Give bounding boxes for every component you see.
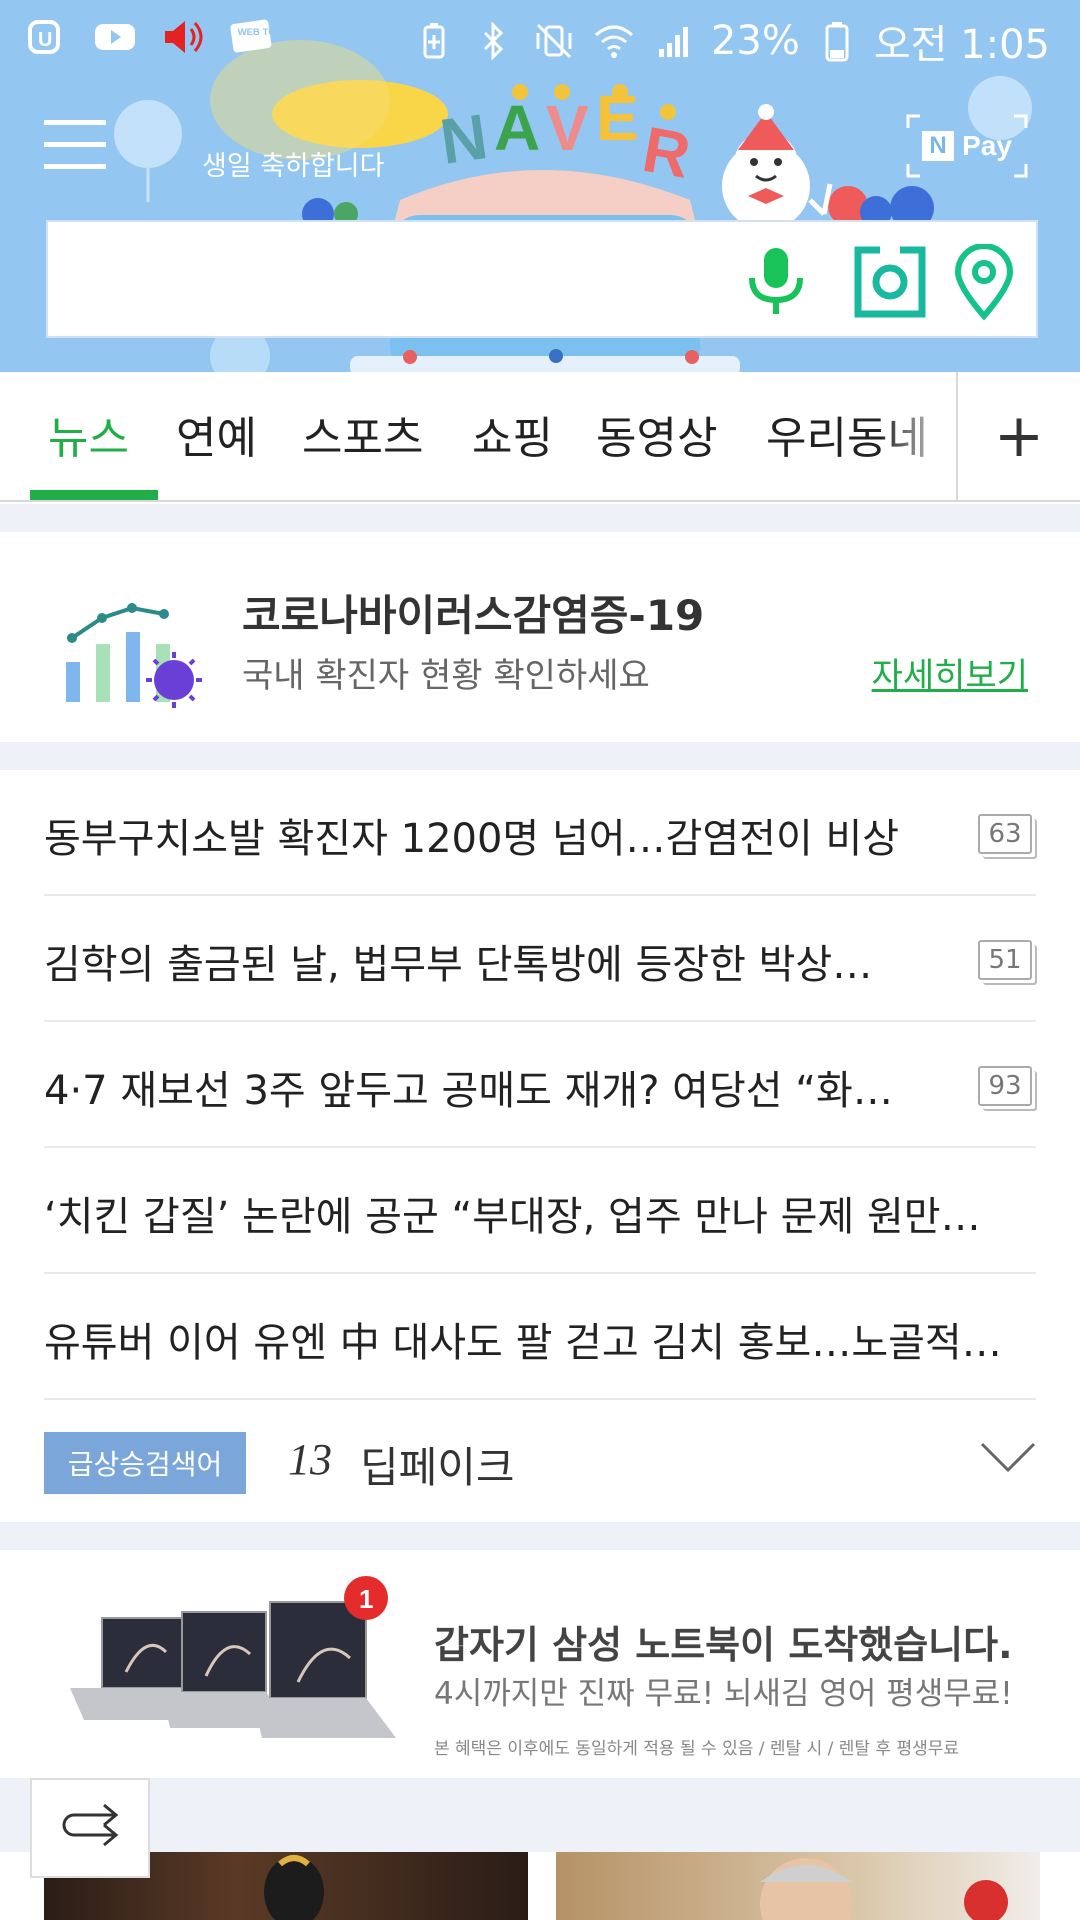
svg-text:A: A: [494, 92, 540, 164]
news-item[interactable]: 4·7 재보선 3주 앞두고 공매도 재개? 여당선 “화… 93: [44, 1022, 1036, 1148]
news-title: 김학의 출금된 날, 법무부 단톡방에 등장한 박상…: [44, 942, 873, 988]
ad-banner[interactable]: 1 갑자기 삼성 노트북이 도착했습니다. 4시까지만 진짜 무료! 뇌새김 영…: [0, 1550, 1080, 1778]
svg-text:E: E: [596, 82, 639, 154]
news-title: 동부구치소발 확진자 1200명 넘어…감염전이 비상: [44, 816, 900, 862]
category-tabs: 뉴스 연예 스포츠 쇼핑 동영상 우리동네 +: [0, 372, 1080, 502]
news-item[interactable]: 김학의 출금된 날, 법무부 단톡방에 등장한 박상… 51: [44, 896, 1036, 1022]
news-item[interactable]: ‘치킨 갑질’ 논란에 공군 “부대장, 업주 만나 문제 원만…: [44, 1148, 1036, 1274]
comment-count-badge: 63: [978, 814, 1032, 854]
news-item[interactable]: 동부구치소발 확진자 1200명 넘어…감염전이 비상 63: [44, 770, 1036, 896]
svg-text:R: R: [638, 113, 696, 192]
svg-text:N: N: [436, 100, 492, 178]
vibrate-icon: [531, 18, 577, 64]
svg-text:WEB TOON: WEB TOON: [238, 27, 274, 38]
plus-icon: +: [993, 401, 1045, 471]
wifi-icon: [591, 18, 637, 64]
youtube-icon: [92, 14, 138, 60]
news-list: 동부구치소발 확진자 1200명 넘어…감염전이 비상 63 김학의 출금된 날…: [0, 770, 1080, 1522]
tab-news[interactable]: 뉴스: [48, 402, 129, 466]
ad-disclaimer: 본 혜택은 이후에도 동일하게 적용 될 수 있음 / 렌탈 시 / 렌탈 후 …: [434, 1739, 960, 1759]
tab-video[interactable]: 동영상: [596, 402, 717, 466]
trending-search[interactable]: 급상승검색어 13 딥페이크: [44, 1400, 1036, 1520]
scan-frame-icon: [906, 114, 1028, 178]
covid-details-link[interactable]: 자세히보기: [872, 648, 1028, 697]
svg-text:U: U: [38, 29, 52, 51]
location-icon: [954, 244, 1014, 320]
active-tab-indicator: [30, 490, 158, 500]
covid-chart-icon: [66, 603, 202, 708]
trending-badge: 급상승검색어: [44, 1432, 246, 1494]
tab-shopping[interactable]: 쇼핑: [472, 402, 553, 466]
comment-count-badge: 93: [978, 1066, 1032, 1106]
thumbnail-image: [760, 1858, 1008, 1920]
bluetooth-icon: [471, 18, 517, 64]
news-title: ‘치킨 갑질’ 논란에 공군 “부대장, 업주 만나 문제 원만…: [44, 1194, 981, 1240]
camera-search-icon: [854, 246, 926, 318]
search-input[interactable]: [68, 242, 708, 318]
tab-sports[interactable]: 스포츠: [302, 402, 423, 466]
birthday-message: 생일 축하합니다: [202, 151, 385, 182]
covid-title: 코로나바이러스감염증-19: [242, 591, 705, 640]
npay-button[interactable]: N Pay: [906, 114, 1028, 178]
ad-title: 갑자기 삼성 노트북이 도착했습니다.: [434, 1623, 1013, 1667]
share-button[interactable]: [30, 1778, 150, 1878]
covid-subtitle: 국내 확진자 현황 확인하세요: [242, 656, 650, 696]
ad-subtitle: 4시까지만 진짜 무료! 뇌새김 영어 평생무료!: [434, 1676, 1013, 1712]
search-box: [46, 220, 1038, 338]
news-thumbnail[interactable]: [556, 1852, 1040, 1920]
add-tab-button[interactable]: +: [956, 372, 1080, 500]
comment-count-badge: 51: [978, 940, 1032, 980]
volume-icon: [160, 14, 206, 60]
webtoon-icon: WEB TOON: [228, 14, 274, 60]
section-divider: [0, 742, 1080, 770]
news-title: 유튜버 이어 유엔 中 대사도 팔 걷고 김치 홍보…노골적…: [44, 1320, 1002, 1366]
trending-keyword: 딥페이크: [360, 1443, 515, 1492]
news-item[interactable]: 유튜버 이어 유엔 中 대사도 팔 걷고 김치 홍보…노골적…: [44, 1274, 1036, 1400]
covid-banner[interactable]: 코로나바이러스감염증-19 국내 확진자 현황 확인하세요 자세히보기: [0, 532, 1080, 742]
location-search-button[interactable]: [946, 244, 1022, 320]
trending-rank: 13: [288, 1435, 332, 1484]
signal-icon: [651, 18, 697, 64]
share-arrow-icon: [62, 1803, 119, 1847]
clock: 오전 1:05: [873, 22, 1050, 68]
naver-app-icon: U: [24, 14, 70, 60]
tab-entertainment[interactable]: 연예: [176, 402, 257, 466]
svg-text:V: V: [546, 92, 589, 164]
news-title: 4·7 재보선 3주 앞두고 공매도 재개? 여당선 “화…: [44, 1068, 893, 1114]
menu-button[interactable]: [44, 118, 110, 172]
section-divider: [0, 1778, 1080, 1852]
tab-fade: [880, 372, 956, 500]
laptop-ad-image: 1: [70, 1576, 396, 1738]
battery-percent: 23%: [710, 18, 800, 64]
naver-header: N A V E R U WEB T 23% 오전 1:05 생일 축하합니다 N…: [0, 0, 1080, 372]
lens-search-button[interactable]: [852, 244, 928, 320]
section-divider: [0, 504, 1080, 532]
chevron-down-icon[interactable]: [980, 1438, 1036, 1478]
hamburger-icon: [44, 120, 106, 169]
ad-count-badge: 1: [359, 1584, 373, 1614]
section-divider: [0, 1522, 1080, 1550]
status-bar: U WEB TOON: [0, 0, 1080, 74]
battery-saver-icon: [411, 18, 457, 64]
voice-search-button[interactable]: [738, 244, 814, 320]
battery-icon: [814, 18, 860, 64]
mic-icon: [749, 248, 803, 314]
